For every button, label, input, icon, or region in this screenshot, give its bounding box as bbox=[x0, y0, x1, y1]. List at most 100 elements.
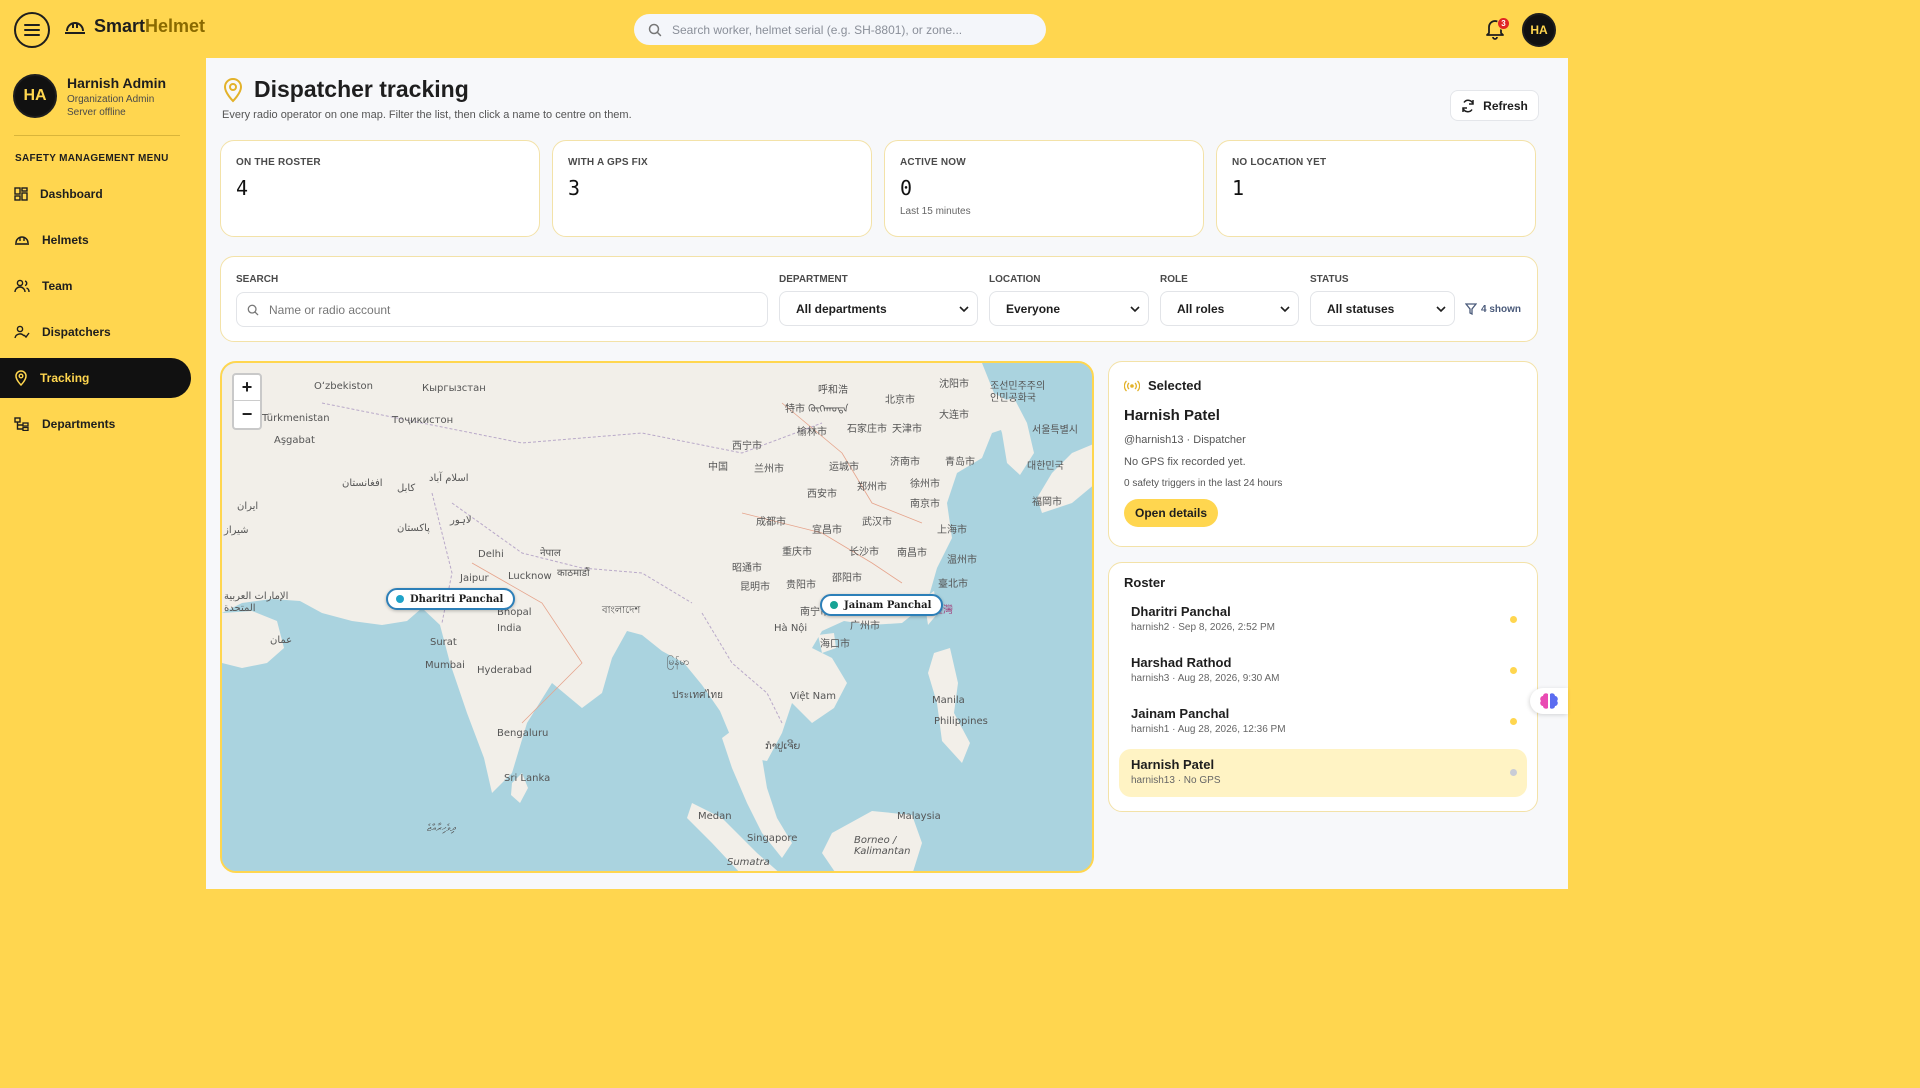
departments-icon bbox=[14, 417, 29, 431]
zoom-controls: + − bbox=[232, 373, 262, 430]
broadcast-icon bbox=[1124, 380, 1140, 391]
stat-value: 4 bbox=[236, 176, 249, 200]
roster-item-name: Harshad Rathod bbox=[1131, 655, 1232, 670]
roster-item-selected[interactable]: Harnish Patel harnish13 · No GPS bbox=[1119, 749, 1527, 797]
sidebar-item-dispatchers[interactable]: Dispatchers bbox=[0, 312, 191, 352]
map-marker-dharitri-panchal[interactable]: Dharitri Panchal bbox=[386, 588, 516, 610]
map-label: Кыргызстан bbox=[422, 383, 486, 394]
sidebar-item-helmets[interactable]: Helmets bbox=[0, 220, 191, 260]
map-label: 上海市 bbox=[937, 525, 967, 536]
sidebar-item-label: Dispatchers bbox=[42, 325, 111, 339]
map-label: Тоҷикистон bbox=[392, 415, 454, 426]
department-select[interactable]: All departments bbox=[779, 291, 978, 326]
map-marker-jainam-panchal[interactable]: Jainam Panchal bbox=[820, 594, 944, 616]
sidebar-item-team[interactable]: Team bbox=[0, 266, 191, 306]
map-label: 温州市 bbox=[947, 555, 977, 566]
status-select[interactable]: All statuses bbox=[1310, 291, 1455, 326]
refresh-label: Refresh bbox=[1483, 98, 1528, 113]
refresh-button[interactable]: Refresh bbox=[1450, 90, 1539, 121]
roster-item[interactable]: Harshad Rathod harnish3 · Aug 28, 2026, … bbox=[1119, 647, 1527, 695]
profile-role: Organization Admin bbox=[67, 94, 155, 105]
selected-panel: Selected Harnish Patel @harnish13 · Disp… bbox=[1108, 361, 1538, 547]
role-select[interactable]: All roles bbox=[1160, 291, 1299, 326]
stat-card-active-now: ACTIVE NOW 0 Last 15 minutes bbox=[884, 140, 1204, 237]
status-dot bbox=[1510, 616, 1517, 623]
helmet-icon bbox=[65, 21, 85, 34]
stat-card-no-location: NO LOCATION YET 1 bbox=[1216, 140, 1536, 237]
roster-item[interactable]: Dharitri Panchal harnish2 · Sep 8, 2026,… bbox=[1119, 596, 1527, 644]
map-label: नेपाल bbox=[540, 548, 561, 559]
map-label: 海口市 bbox=[820, 639, 850, 650]
map-label: 呼和浩 bbox=[818, 385, 848, 396]
assistant-launcher-button[interactable] bbox=[1530, 688, 1568, 714]
map-label: 西宁市 bbox=[732, 441, 762, 452]
notification-count-badge: 3 bbox=[1497, 17, 1510, 30]
map-label: 南昌市 bbox=[897, 548, 927, 559]
main-content: Dispatcher tracking Every radio operator… bbox=[206, 58, 1568, 889]
hamburger-icon bbox=[24, 24, 40, 36]
search-icon bbox=[648, 23, 662, 36]
map-label: 贵阳市 bbox=[786, 580, 816, 591]
location-filter-label: LOCATION bbox=[989, 274, 1041, 285]
department-select-value: All departments bbox=[796, 301, 887, 316]
global-search-input[interactable] bbox=[672, 22, 1032, 37]
brand-logo[interactable]: SmartHelmet bbox=[64, 16, 205, 37]
map-label: 天津市 bbox=[892, 424, 922, 435]
stat-label: ACTIVE NOW bbox=[900, 157, 966, 168]
search-filter[interactable] bbox=[236, 292, 768, 327]
map-label: काठमाडौं bbox=[557, 568, 590, 579]
menu-toggle-button[interactable] bbox=[14, 12, 50, 48]
top-bar: SmartHelmet 3 HA bbox=[0, 0, 1568, 58]
global-search[interactable] bbox=[634, 14, 1046, 45]
status-filter-label: STATUS bbox=[1310, 274, 1349, 285]
selected-heading: Selected bbox=[1124, 378, 1522, 393]
sidebar-item-departments[interactable]: Departments bbox=[0, 404, 191, 444]
map-label: Surat bbox=[430, 637, 457, 648]
sidebar-item-tracking[interactable]: Tracking bbox=[0, 358, 191, 398]
map-label: বাংলাদেশ bbox=[602, 605, 641, 616]
map-tiles bbox=[222, 363, 1092, 871]
user-avatar[interactable]: HA bbox=[1522, 13, 1556, 47]
map-label: 榆林市 bbox=[797, 427, 827, 438]
map-label: Oʻzbekiston bbox=[314, 381, 373, 392]
sidebar-nav: Dashboard Helmets Team Dispatchers Track… bbox=[0, 174, 206, 450]
profile-card: HA Harnish Admin Organization Admin Serv… bbox=[13, 74, 166, 118]
tracking-map[interactable]: + − Oʻzbekiston Кыргызстан Türkmenistan … bbox=[220, 361, 1094, 873]
map-label: 福岡市 bbox=[1032, 497, 1062, 508]
status-dot bbox=[1510, 769, 1517, 776]
sidebar-item-label: Tracking bbox=[40, 371, 90, 385]
sidebar-item-dashboard[interactable]: Dashboard bbox=[0, 174, 191, 214]
map-label: اسلام آباد bbox=[429, 473, 469, 484]
location-select[interactable]: Everyone bbox=[989, 291, 1149, 326]
page-title: Dispatcher tracking bbox=[222, 76, 632, 103]
map-label: Lucknow bbox=[508, 571, 552, 582]
search-filter-input[interactable] bbox=[269, 302, 749, 317]
role-select-value: All roles bbox=[1177, 301, 1225, 316]
status-dot bbox=[1510, 667, 1517, 674]
map-label: 石家庄市 bbox=[847, 424, 887, 435]
brain-icon bbox=[1540, 693, 1558, 709]
roster-item-name: Harnish Patel bbox=[1131, 757, 1215, 772]
map-label: 武汉市 bbox=[862, 517, 892, 528]
notifications-button[interactable]: 3 bbox=[1484, 16, 1510, 42]
zoom-out-button[interactable]: − bbox=[234, 401, 260, 427]
department-filter-label: DEPARTMENT bbox=[779, 274, 848, 285]
roster-item[interactable]: Jainam Panchal harnish1 · Aug 28, 2026, … bbox=[1119, 698, 1527, 746]
map-label: پاکستان bbox=[397, 523, 430, 534]
map-label: 西安市 bbox=[807, 489, 837, 500]
selected-heading-text: Selected bbox=[1148, 378, 1202, 393]
roster-title: Roster bbox=[1124, 575, 1166, 590]
map-label: Malaysia bbox=[897, 811, 941, 822]
zoom-in-button[interactable]: + bbox=[234, 375, 260, 401]
stat-card-roster: ON THE ROSTER 4 bbox=[220, 140, 540, 237]
roster-item-meta: harnish3 · Aug 28, 2026, 9:30 AM bbox=[1131, 673, 1280, 684]
map-label: Bengaluru bbox=[497, 728, 549, 739]
filter-bar: SEARCH DEPARTMENT All departments LOCATI… bbox=[220, 256, 1538, 342]
status-dot bbox=[1510, 718, 1517, 725]
open-details-button[interactable]: Open details bbox=[1124, 499, 1219, 527]
map-label: الإمارات العربية المتحدة bbox=[224, 591, 289, 614]
roster-item-meta: harnish2 · Sep 8, 2026, 2:52 PM bbox=[1131, 622, 1275, 633]
stat-label: ON THE ROSTER bbox=[236, 157, 321, 168]
stat-label: NO LOCATION YET bbox=[1232, 157, 1327, 168]
roster-list: Dharitri Panchal harnish2 · Sep 8, 2026,… bbox=[1119, 596, 1527, 797]
